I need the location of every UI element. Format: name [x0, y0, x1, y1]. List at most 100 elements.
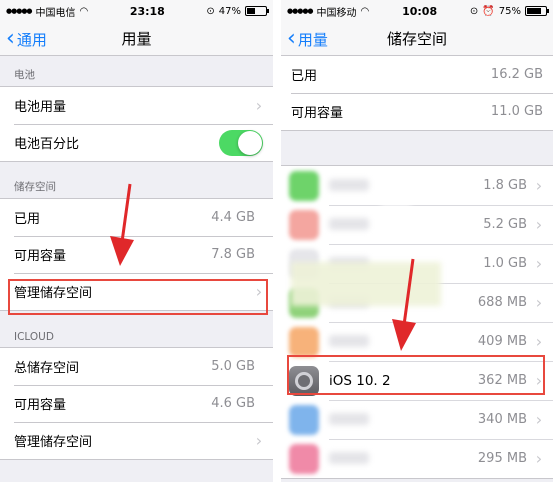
row-label: 可用容量 — [14, 249, 67, 264]
app-row[interactable]: 1.8 GB › — [281, 166, 553, 205]
chevron-right-icon: › — [255, 431, 263, 450]
battery-percent-row: 电池百分比 — [0, 124, 273, 161]
carrier-label: 中国电信 — [35, 7, 76, 19]
signal-icon: ●●●●● — [6, 7, 33, 15]
left-screen: ●●●●● 中国电信 ◠ 23:18 ⊙ 47% ‹ 通用 用量 电池 电池用量… — [0, 0, 273, 482]
battery-percent: 75% — [498, 5, 521, 17]
storage-summary-group: 已用 16.2 GB 可用容量 11.0 GB — [281, 56, 553, 131]
blurred-app-name — [329, 451, 478, 466]
back-label: 用量 — [297, 30, 328, 49]
carrier-label: 中国移动 — [316, 7, 357, 19]
app-size: 409 MB — [477, 334, 527, 349]
app-icon — [289, 326, 319, 357]
signal-icon: ●●●●● — [287, 7, 314, 15]
used-row: 已用 4.4 GB — [0, 199, 273, 236]
blur-smear — [291, 262, 441, 306]
page-title: 用量 — [121, 30, 152, 48]
storage-group: 已用 4.4 GB 可用容量 7.8 GB 管理储存空间 › — [0, 198, 273, 311]
app-icon — [289, 404, 319, 435]
wifi-icon: ◠ — [360, 5, 370, 17]
battery-group: 电池用量 › 电池百分比 — [0, 86, 273, 162]
settings-gear-icon — [289, 365, 319, 396]
chevron-right-icon: › — [535, 215, 543, 234]
icloud-available-row: 可用容量 4.6 GB — [0, 385, 273, 422]
battery-usage-row[interactable]: 电池用量 › — [0, 87, 273, 124]
app-name: iOS 10. 2 — [329, 372, 391, 389]
status-time: 23:18 — [129, 4, 165, 18]
chevron-right-icon: › — [535, 371, 543, 390]
page-title: 储存空间 — [386, 30, 447, 48]
section-header-icloud: ICLOUD — [14, 331, 54, 343]
status-time: 10:08 — [402, 4, 438, 18]
icloud-available-value: 4.6 GB — [211, 396, 255, 411]
battery-icon — [244, 6, 269, 16]
blurred-app-name — [329, 334, 478, 349]
available-value: 7.8 GB — [211, 247, 255, 262]
wifi-icon: ◠ — [79, 5, 89, 17]
available-row: 可用容量 11.0 GB — [281, 93, 553, 130]
app-row[interactable]: 409 MB › — [281, 322, 553, 361]
app-row[interactable]: 340 MB › — [281, 400, 553, 439]
blurred-app-name — [329, 178, 483, 193]
chevron-right-icon: › — [535, 449, 543, 468]
row-label: 总储存空间 — [14, 361, 80, 376]
chevron-left-icon: ‹ — [6, 26, 15, 51]
row-label: 管理储存空间 — [14, 435, 93, 450]
chevron-right-icon: › — [535, 176, 543, 195]
chevron-left-icon: ‹ — [287, 26, 296, 51]
used-value: 4.4 GB — [211, 210, 255, 225]
section-header-storage: 储存空间 — [14, 181, 56, 193]
icloud-group: 总储存空间 5.0 GB 可用容量 4.6 GB 管理储存空间 › — [0, 347, 273, 460]
status-bar: ●●●●● 中国移动 ◠ 10:08 ⊙ ⏰ 75% — [281, 0, 553, 22]
chevron-right-icon: › — [255, 282, 263, 301]
blur-smear — [381, 205, 411, 223]
app-list: 1.8 GB › 5.2 GB › 1.0 GB › 688 MB › 409 MB › iOS 1… — [281, 165, 553, 479]
used-value: 16.2 GB — [490, 67, 543, 82]
app-row[interactable]: 295 MB › — [281, 439, 553, 478]
back-label: 通用 — [16, 30, 47, 49]
rotation-lock-icon: ⊙ — [206, 5, 215, 17]
row-label: 电池百分比 — [14, 137, 80, 152]
app-size: 295 MB — [477, 451, 527, 466]
nav-bar: ‹ 用量 储存空间 — [281, 22, 553, 56]
row-label: 可用容量 — [14, 398, 67, 413]
row-label: 电池用量 — [14, 100, 67, 115]
chevron-right-icon: › — [535, 410, 543, 429]
app-size: 1.8 GB — [483, 178, 527, 193]
app-size: 1.0 GB — [483, 256, 527, 271]
icloud-manage-row[interactable]: 管理储存空间 › — [0, 422, 273, 459]
chevron-right-icon: › — [255, 96, 263, 115]
right-screen: ●●●●● 中国移动 ◠ 10:08 ⊙ ⏰ 75% ‹ 用量 储存空间 已用 … — [281, 0, 553, 482]
chevron-right-icon: › — [535, 332, 543, 351]
nav-bar: ‹ 通用 用量 — [0, 22, 273, 56]
battery-percent: 47% — [218, 5, 241, 17]
alarm-icon: ⏰ — [482, 5, 495, 17]
app-icon — [289, 443, 319, 474]
available-row: 可用容量 7.8 GB — [0, 236, 273, 273]
app-icon — [289, 209, 319, 240]
app-icon — [289, 170, 319, 201]
app-size: 362 MB — [477, 373, 527, 388]
section-header-battery: 电池 — [14, 69, 35, 81]
app-size: 5.2 GB — [483, 217, 527, 232]
used-row: 已用 16.2 GB — [281, 56, 553, 93]
chevron-right-icon: › — [535, 293, 543, 312]
row-label: 已用 — [291, 69, 318, 84]
app-row[interactable]: 5.2 GB › — [281, 205, 553, 244]
available-value: 11.0 GB — [490, 104, 543, 119]
rotation-lock-icon: ⊙ — [469, 5, 479, 17]
row-label: 管理储存空间 — [14, 286, 93, 301]
status-bar: ●●●●● 中国电信 ◠ 23:18 ⊙ 47% — [0, 0, 273, 22]
chevron-right-icon: › — [535, 254, 543, 273]
battery-percent-toggle[interactable] — [219, 129, 263, 156]
row-label: 已用 — [14, 212, 41, 227]
icloud-total-row: 总储存空间 5.0 GB — [0, 348, 273, 385]
blurred-app-name — [329, 412, 478, 427]
ios-update-row[interactable]: iOS 10. 2 362 MB › — [281, 361, 553, 400]
app-size: 688 MB — [477, 295, 527, 310]
manage-storage-row[interactable]: 管理储存空间 › — [0, 273, 273, 310]
app-size: 340 MB — [477, 412, 527, 427]
back-button[interactable]: ‹ 通用 — [6, 22, 47, 56]
icloud-total-value: 5.0 GB — [211, 359, 255, 374]
back-button[interactable]: ‹ 用量 — [287, 22, 328, 56]
